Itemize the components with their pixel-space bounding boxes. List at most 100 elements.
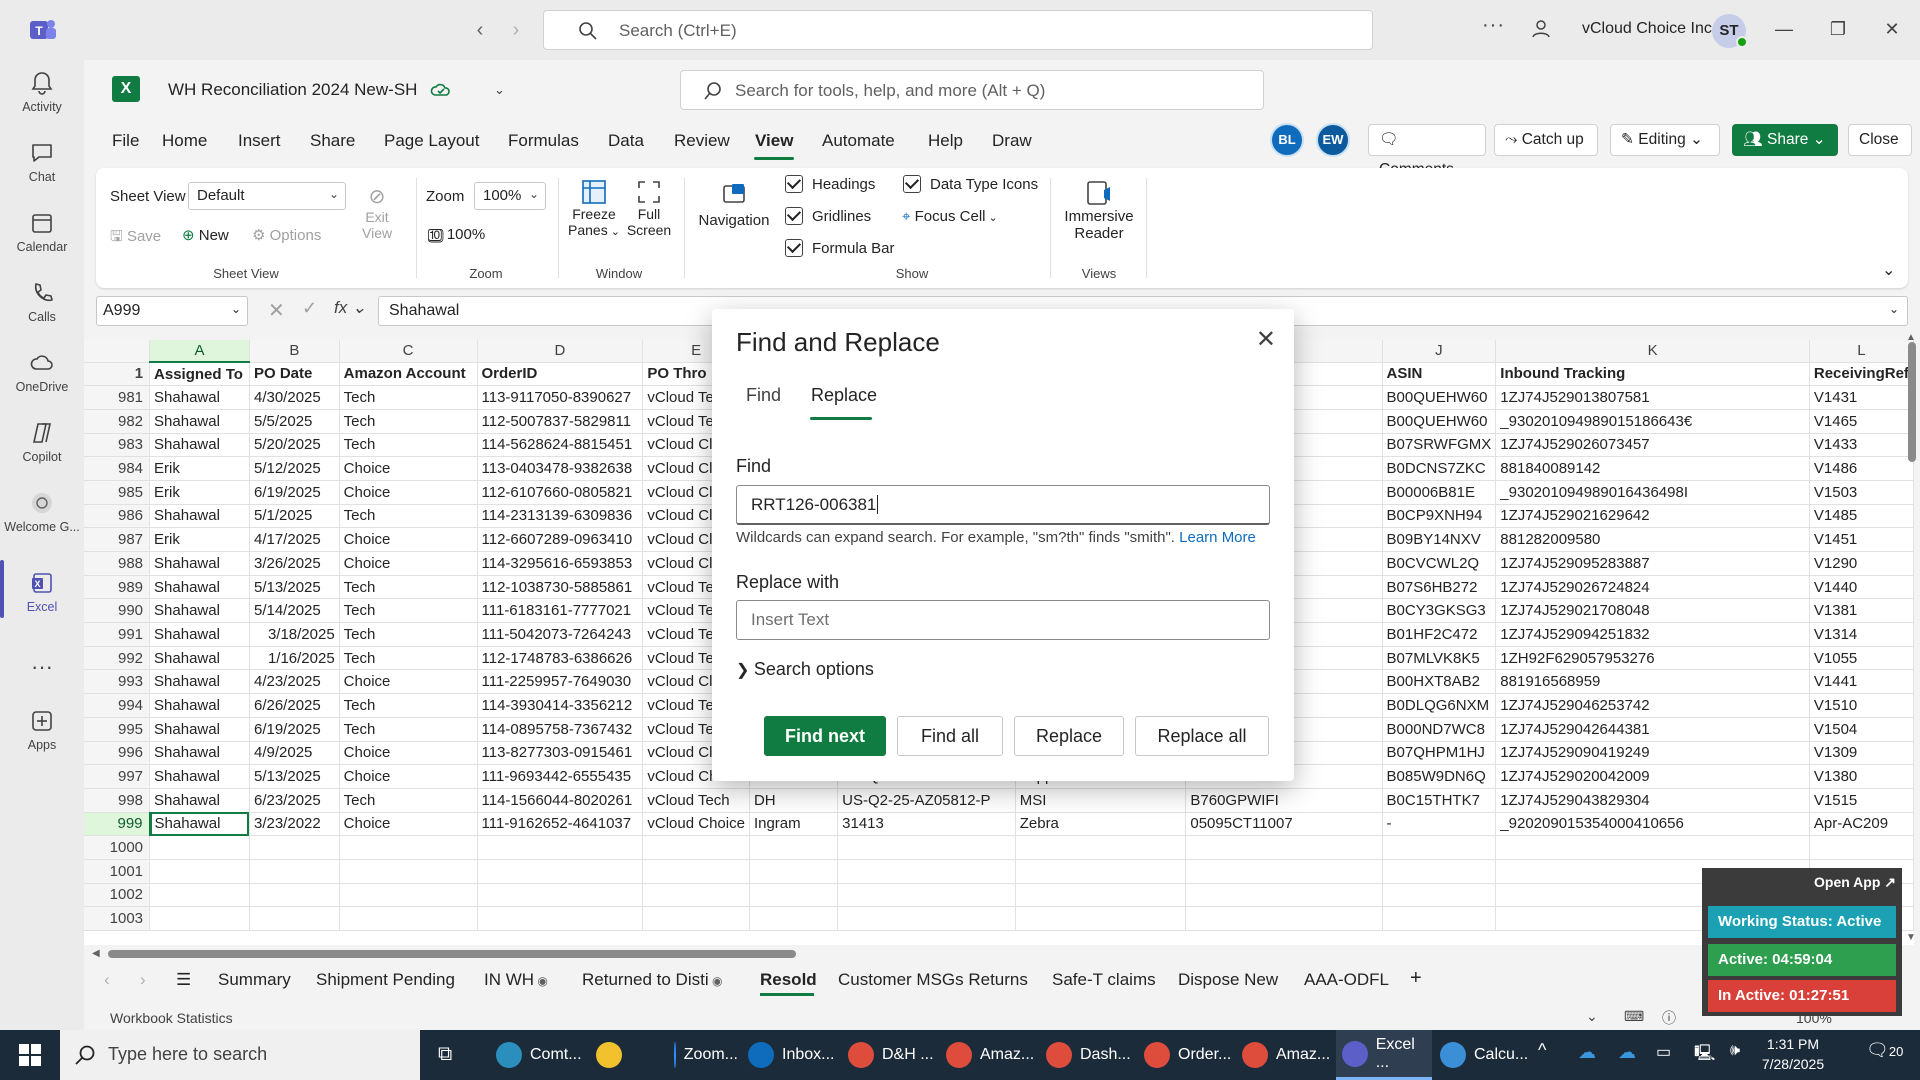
name-box[interactable]: A999 ⌄	[96, 296, 248, 326]
vertical-scrollbar-thumb[interactable]	[1908, 342, 1916, 462]
row-header[interactable]: 1000	[84, 835, 151, 860]
add-sheet-icon[interactable]: +	[1410, 967, 1422, 990]
cell[interactable]	[642, 906, 750, 931]
rail-activity[interactable]: Activity	[0, 70, 84, 114]
row-header[interactable]: 986	[84, 504, 151, 529]
navigation-button[interactable]: Navigation	[692, 180, 776, 229]
cell[interactable]: Tech	[339, 788, 478, 813]
clock[interactable]: 1:31 PM 7/28/2025	[1748, 1034, 1838, 1074]
cell[interactable]: 31413	[837, 812, 1016, 837]
next-sheet-icon[interactable]: ›	[140, 970, 146, 990]
scroll-up-icon[interactable]: ▲	[1906, 332, 1916, 343]
cell[interactable]	[837, 906, 1016, 931]
cell[interactable]: V1433	[1809, 433, 1914, 458]
cell[interactable]: V1504	[1809, 717, 1914, 742]
column-header[interactable]: C	[339, 340, 478, 363]
menu-help[interactable]: Help	[928, 131, 963, 151]
menu-home[interactable]: Home	[162, 131, 207, 151]
cell[interactable]	[1382, 835, 1497, 860]
forward-arrow-icon[interactable]: ›	[506, 18, 526, 42]
cell[interactable]: 5/13/2025	[249, 764, 340, 789]
row-header[interactable]: 997	[84, 764, 151, 789]
cell[interactable]	[837, 835, 1016, 860]
cell[interactable]	[249, 906, 340, 931]
cell[interactable]: Tech	[339, 433, 478, 458]
cell[interactable]: Tech	[339, 646, 478, 671]
row-header[interactable]: 1002	[84, 883, 151, 908]
cell[interactable]: 1ZJ74J529021629642	[1495, 504, 1810, 529]
title-chevron-down-icon[interactable]: ⌄	[494, 82, 505, 98]
cell[interactable]: B0CVCWL2Q	[1382, 551, 1497, 576]
sheet-tab-dispose-new[interactable]: Dispose New	[1178, 970, 1278, 990]
cell[interactable]	[1185, 906, 1383, 931]
cell[interactable]: 114-3295616-6593853	[477, 551, 644, 576]
cell[interactable]: Inbound Tracking	[1495, 362, 1810, 387]
cell[interactable]: Shahawal	[149, 598, 250, 624]
cell[interactable]: V1380	[1809, 764, 1914, 789]
cell[interactable]: 113-9117050-8390627	[477, 385, 644, 410]
search-options-toggle[interactable]: ❯ Search options	[736, 659, 874, 680]
row-header[interactable]: 999	[84, 812, 151, 837]
replace-input[interactable]: Insert Text	[736, 600, 1270, 640]
cell[interactable]: Shahawal	[149, 788, 250, 813]
cell[interactable]: 1ZJ74J529020042009	[1495, 764, 1810, 789]
cell[interactable]: MSI	[1015, 788, 1187, 813]
help-icon[interactable]: ⓘ	[1662, 1008, 1676, 1028]
back-arrow-icon[interactable]: ‹	[470, 18, 490, 42]
cell[interactable]: 114-2313139-6309836	[477, 504, 644, 529]
cell[interactable]: 5/5/2025	[249, 409, 340, 434]
replace-all-button[interactable]: Replace all	[1135, 716, 1269, 756]
cell[interactable]: 111-5042073-7264243	[477, 622, 644, 647]
sheet-tab-resold[interactable]: Resold	[760, 970, 817, 990]
teams-search-box[interactable]: Search (Ctrl+E)	[543, 10, 1373, 50]
cell[interactable]: Amazon Account	[339, 362, 478, 387]
cell[interactable]	[1015, 883, 1187, 908]
cell[interactable]: -	[1382, 812, 1497, 837]
chevron-down-icon[interactable]: ⌄	[1586, 1008, 1598, 1025]
cell[interactable]: vCloud Tech	[642, 788, 750, 813]
cell[interactable]: 113-0403478-9382638	[477, 456, 644, 481]
row-header[interactable]: 985	[84, 480, 151, 505]
cell[interactable]: Tech	[339, 575, 478, 600]
scroll-left-icon[interactable]: ◀	[92, 948, 100, 959]
cell[interactable]: 111-6183161-7777021	[477, 598, 644, 624]
cell[interactable]: Erik	[149, 527, 250, 552]
full-screen-button[interactable]: Full Screen	[624, 178, 674, 238]
rail-copilot[interactable]: Copilot	[0, 420, 84, 464]
cell[interactable]: Assigned To	[149, 362, 250, 387]
cell[interactable]: 6/19/2025	[249, 480, 340, 505]
cell[interactable]	[749, 859, 839, 884]
cell[interactable]: Shahawal	[149, 717, 250, 742]
taskbar-app[interactable]: Zoom...	[668, 1030, 738, 1080]
cell[interactable]: Shahawal	[149, 669, 250, 695]
cell[interactable]: Choice	[339, 669, 478, 695]
taskbar-app[interactable]	[590, 1030, 630, 1080]
cell[interactable]	[1015, 859, 1187, 884]
freeze-panes-button[interactable]: Freeze Panes ⌄	[566, 178, 622, 239]
cell[interactable]: US-Q2-25-AZ05812-P	[837, 788, 1016, 813]
cell[interactable]: V1431	[1809, 385, 1914, 410]
insert-function-icon[interactable]: fx ⌄	[334, 298, 366, 318]
cell[interactable]: PO Date	[249, 362, 340, 387]
menu-review[interactable]: Review	[674, 131, 730, 151]
sheet-tab-in-wh[interactable]: IN WH ◉	[484, 970, 548, 990]
row-header[interactable]: 1003	[84, 906, 151, 931]
minimize-icon[interactable]: —	[1766, 14, 1802, 44]
cell[interactable]	[1809, 835, 1914, 860]
cell[interactable]: B760GPWIFI	[1185, 788, 1383, 813]
cell[interactable]: 3/18/2025	[249, 622, 340, 647]
menu-file[interactable]: File	[112, 131, 139, 151]
share-button[interactable]: 👥︎ Share ⌄	[1732, 124, 1838, 156]
menu-automate[interactable]: Automate	[822, 131, 895, 151]
rail-welcome[interactable]: Welcome G...	[0, 490, 84, 534]
cell[interactable]: ASIN	[1382, 362, 1497, 387]
cell[interactable]: 112-1038730-5885861	[477, 575, 644, 600]
cell[interactable]	[642, 883, 750, 908]
cell[interactable]: 1ZJ74J529043829304	[1495, 788, 1810, 813]
cell[interactable]	[642, 835, 750, 860]
replace-button[interactable]: Replace	[1014, 716, 1124, 756]
cell[interactable]: 5/14/2025	[249, 598, 340, 624]
volume-icon[interactable]: 🕪︎	[1730, 1042, 1740, 1060]
cell[interactable]: 113-8277303-0915461	[477, 741, 644, 766]
cell[interactable]	[642, 859, 750, 884]
